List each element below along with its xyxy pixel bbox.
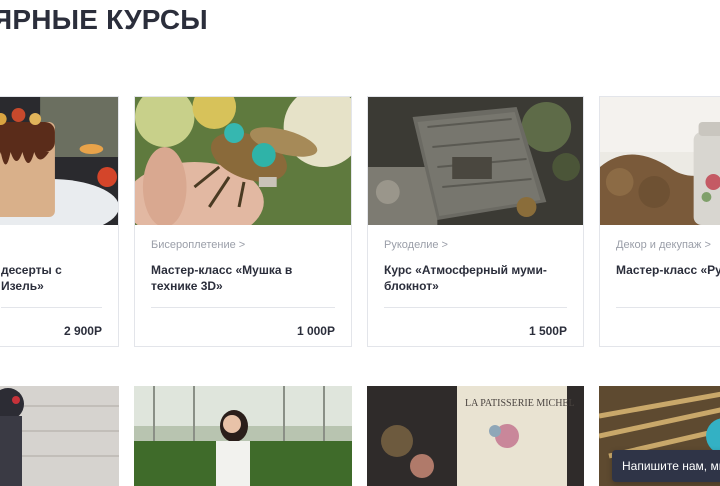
divider	[1, 307, 102, 308]
course-image-notebook[interactable]	[368, 97, 583, 225]
course-price: 1 500Р	[528, 324, 567, 338]
divider	[151, 307, 335, 308]
course-category[interactable]: Рукоделие >	[384, 239, 448, 251]
course-price: 2 900Р	[63, 324, 102, 338]
course-category[interactable]: Декор и декупаж >	[616, 239, 711, 251]
course-image-milk-can[interactable]	[600, 97, 720, 225]
course-price: 1 000Р	[296, 324, 335, 338]
course-card[interactable]: Бисероплетение > Мастер-класс «Мушка в т…	[134, 96, 352, 347]
course-title[interactable]: Мастер-класс «Рус	[616, 262, 720, 278]
course-title[interactable]: десерты с Изель»	[1, 262, 104, 294]
course-card[interactable]: Декор и декупаж > Мастер-класс «Рус	[599, 96, 720, 347]
divider	[384, 307, 567, 308]
course-title[interactable]: Курс «Атмосферный муми-блокнот»	[384, 262, 569, 294]
course-image-cake[interactable]	[0, 97, 118, 225]
page-title: ЯРНЫЕ КУРСЫ	[0, 4, 208, 35]
divider	[616, 307, 720, 308]
svg-text:LA PATISSERIE MICHEL: LA PATISSERIE MICHEL	[465, 398, 575, 409]
course-category[interactable]: Бисероплетение >	[151, 239, 245, 251]
course-image-beetle-brooch[interactable]	[135, 97, 351, 225]
course-card[interactable]: Рукоделие > Курс «Атмосферный муми-блокн…	[367, 96, 584, 347]
course-title[interactable]: Мастер-класс «Мушка в технике 3D»	[151, 262, 337, 294]
course-card[interactable]: десерты с Изель» 2 900Р	[0, 96, 119, 347]
chat-widget-button[interactable]: Напишите нам, мы	[612, 450, 720, 482]
course-image-patisserie[interactable]: LA PATISSERIE MICHEL	[367, 386, 584, 486]
course-image-toy[interactable]	[0, 386, 119, 486]
course-image-greenhouse[interactable]	[134, 386, 352, 486]
